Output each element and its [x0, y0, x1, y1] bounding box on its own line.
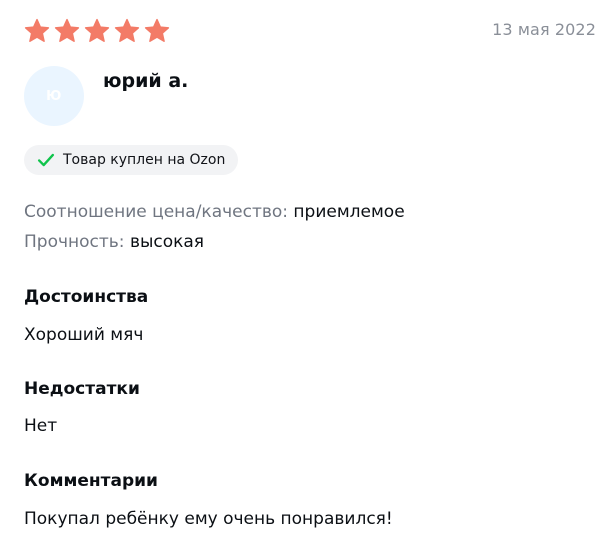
author-name[interactable]: юрий а. [103, 70, 188, 92]
badge-label: Товар куплен на Ozon [63, 152, 226, 168]
star-icon [113, 17, 141, 45]
review-card: 13 мая 2022 Ю юрий а. Товар куплен на Oz… [0, 0, 605, 560]
avatar-initials: Ю [46, 88, 62, 104]
purchase-verified-badge: Товар куплен на Ozon [24, 145, 239, 175]
checkmark-icon [35, 149, 57, 171]
property-durability: Прочность: высокая [24, 232, 204, 252]
property-label: Соотношение цена/качество: [24, 202, 289, 222]
section-text-cons: Нет [24, 416, 58, 436]
property-value: высокая [129, 232, 205, 252]
star-icon [83, 17, 111, 45]
property-price-quality: Соотношение цена/качество: приемлемое [24, 202, 405, 222]
rating-stars [23, 17, 171, 45]
section-text-comments: Покупал ребёнку ему очень понравился! [24, 509, 393, 529]
section-title-cons: Недостатки [24, 379, 140, 399]
section-title-comments: Комментарии [24, 471, 158, 491]
star-icon [53, 17, 81, 45]
avatar[interactable]: Ю [24, 66, 84, 126]
property-label: Прочность: [24, 232, 125, 252]
star-icon [143, 17, 171, 45]
section-title-pros: Достоинства [24, 287, 149, 307]
property-value: приемлемое [293, 202, 405, 222]
star-icon [23, 17, 51, 45]
review-date: 13 мая 2022 [492, 20, 596, 39]
section-text-pros: Хороший мяч [24, 325, 144, 345]
